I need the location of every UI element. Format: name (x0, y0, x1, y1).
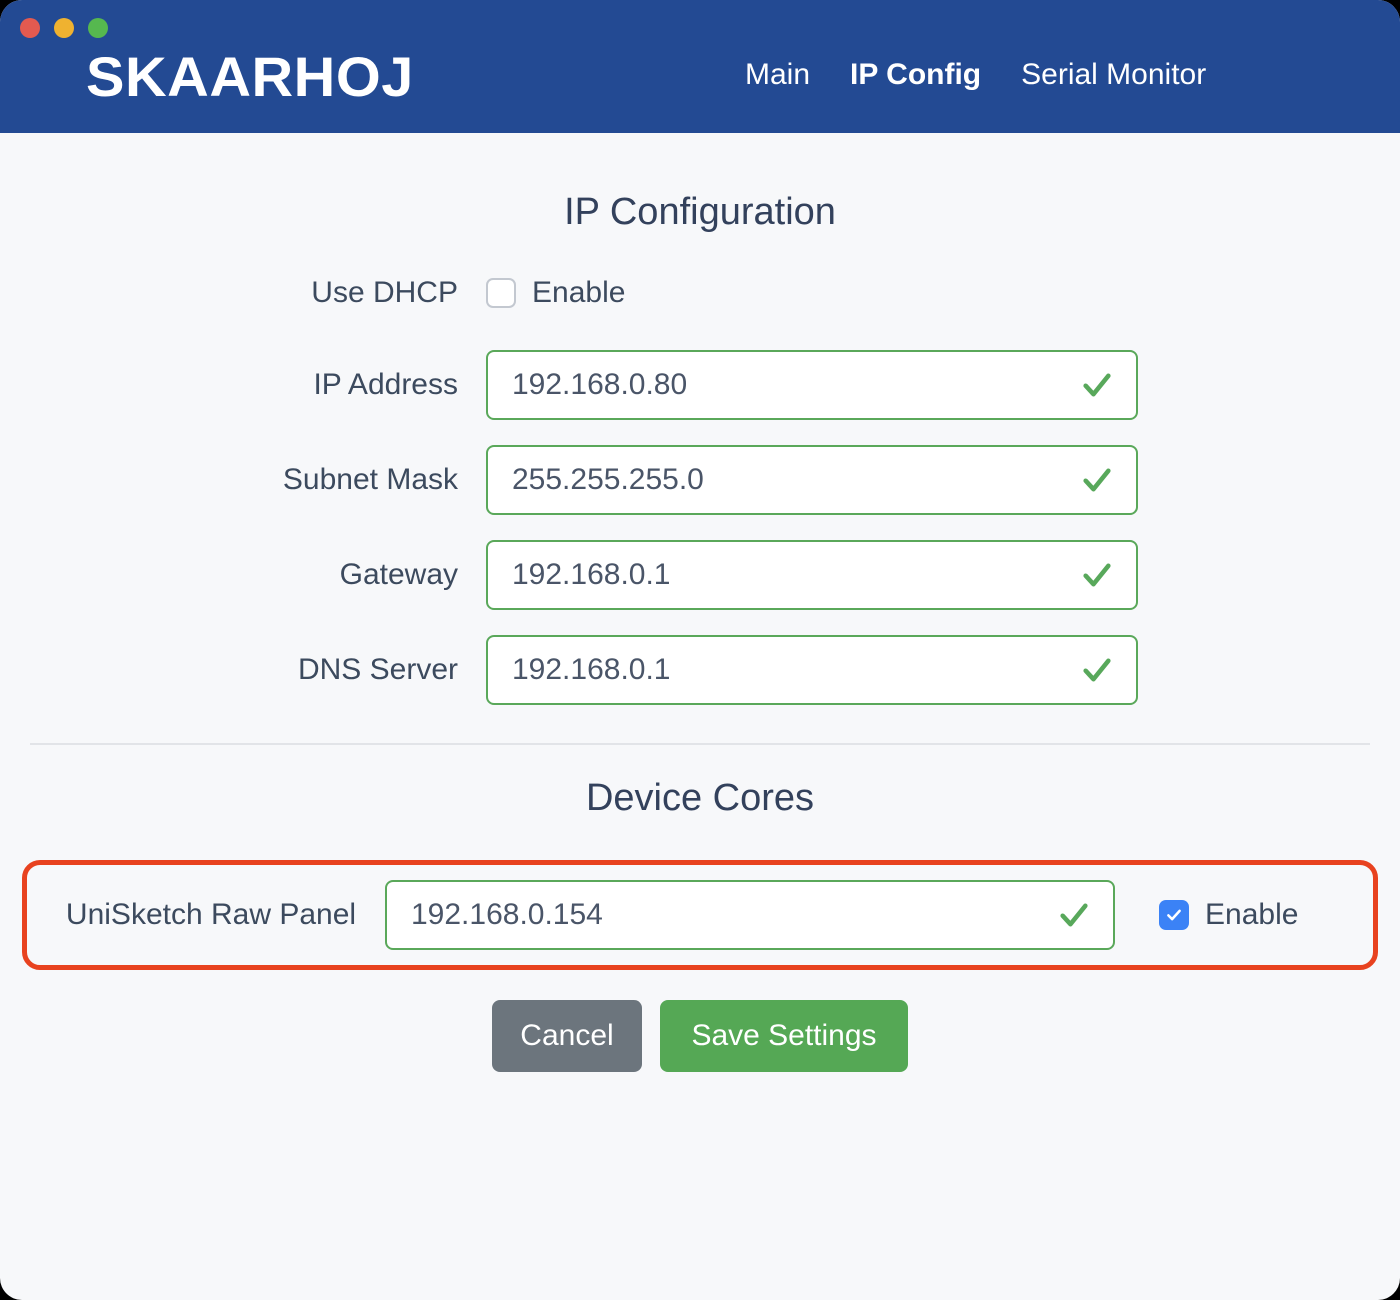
form-row-use-dhcp: Use DHCP Enable (0, 276, 1400, 310)
dhcp-enable-checkbox[interactable] (486, 278, 516, 308)
form-row-ip-address: IP Address 192.168.0.80 (0, 350, 1400, 420)
label-use-dhcp: Use DHCP (311, 276, 458, 309)
label-subnet-mask: Subnet Mask (282, 463, 458, 496)
label-dns-server: DNS Server (297, 653, 458, 686)
form-actions: Cancel Save Settings (0, 1000, 1400, 1072)
brand-logo: SKAARHOJ (86, 45, 414, 108)
nav-item-serial-monitor[interactable]: Serial Monitor (1021, 58, 1206, 92)
cancel-button[interactable]: Cancel (492, 1000, 642, 1072)
page-title: IP Configuration (564, 191, 836, 233)
app-window: SKAARHOJ Main IP Config Serial Monitor I… (0, 0, 1400, 1300)
gateway-value: 192.168.0.1 (512, 558, 671, 591)
traffic-light-controls (20, 18, 108, 38)
unisketch-raw-panel-value: 192.168.0.154 (411, 898, 603, 931)
form-row-subnet-mask: Subnet Mask 255.255.255.0 (0, 445, 1400, 515)
valid-check-icon (1083, 658, 1111, 682)
title-bar: SKAARHOJ Main IP Config Serial Monitor (0, 0, 1400, 133)
dns-server-input[interactable]: 192.168.0.1 (486, 635, 1138, 705)
minimize-window-button[interactable] (54, 18, 74, 38)
ip-address-input[interactable]: 192.168.0.80 (486, 350, 1138, 420)
label-unisketch-raw-panel: UniSketch Raw Panel (65, 898, 357, 931)
device-cores-title: Device Cores (585, 777, 815, 819)
maximize-window-button[interactable] (88, 18, 108, 38)
page-content: IP Configuration Use DHCP Enable IP Addr… (0, 133, 1400, 1072)
control-subnet-mask: 255.255.255.0 (486, 445, 1138, 515)
core-enable-label: Enable (1205, 898, 1299, 931)
close-window-button[interactable] (20, 18, 40, 38)
device-core-highlight-box: UniSketch Raw Panel 192.168.0.154 Enable (22, 860, 1378, 970)
dhcp-checkbox-group: Enable (486, 276, 625, 310)
save-settings-button[interactable]: Save Settings (660, 1000, 908, 1072)
unisketch-raw-panel-input[interactable]: 192.168.0.154 (385, 880, 1115, 950)
valid-check-icon (1060, 903, 1088, 927)
control-gateway: 192.168.0.1 (486, 540, 1138, 610)
dhcp-enable-label: Enable (532, 276, 626, 309)
gateway-input[interactable]: 192.168.0.1 (486, 540, 1138, 610)
label-ip-address: IP Address (313, 368, 458, 401)
valid-check-icon (1083, 468, 1111, 492)
control-use-dhcp: Enable (486, 276, 625, 310)
dns-server-value: 192.168.0.1 (512, 653, 671, 686)
label-gateway: Gateway (339, 558, 458, 591)
ip-config-form: Use DHCP Enable IP Address 192.168.0.80 (0, 276, 1400, 705)
control-ip-address: 192.168.0.80 (486, 350, 1138, 420)
device-cores-section: UniSketch Raw Panel 192.168.0.154 Enable (0, 860, 1400, 970)
subnet-mask-value: 255.255.255.0 (512, 463, 704, 496)
valid-check-icon (1083, 563, 1111, 587)
nav-item-ip-config[interactable]: IP Config (850, 58, 981, 92)
core-enable-checkbox-group: Enable (1159, 898, 1298, 932)
main-navigation: Main IP Config Serial Monitor (745, 58, 1206, 92)
checkmark-icon (1167, 909, 1181, 921)
valid-check-icon (1083, 373, 1111, 397)
form-row-dns-server: DNS Server 192.168.0.1 (0, 635, 1400, 705)
form-row-gateway: Gateway 192.168.0.1 (0, 540, 1400, 610)
control-dns-server: 192.168.0.1 (486, 635, 1138, 705)
core-enable-checkbox[interactable] (1159, 900, 1189, 930)
nav-item-main[interactable]: Main (745, 58, 810, 92)
subnet-mask-input[interactable]: 255.255.255.0 (486, 445, 1138, 515)
ip-address-value: 192.168.0.80 (512, 368, 688, 401)
